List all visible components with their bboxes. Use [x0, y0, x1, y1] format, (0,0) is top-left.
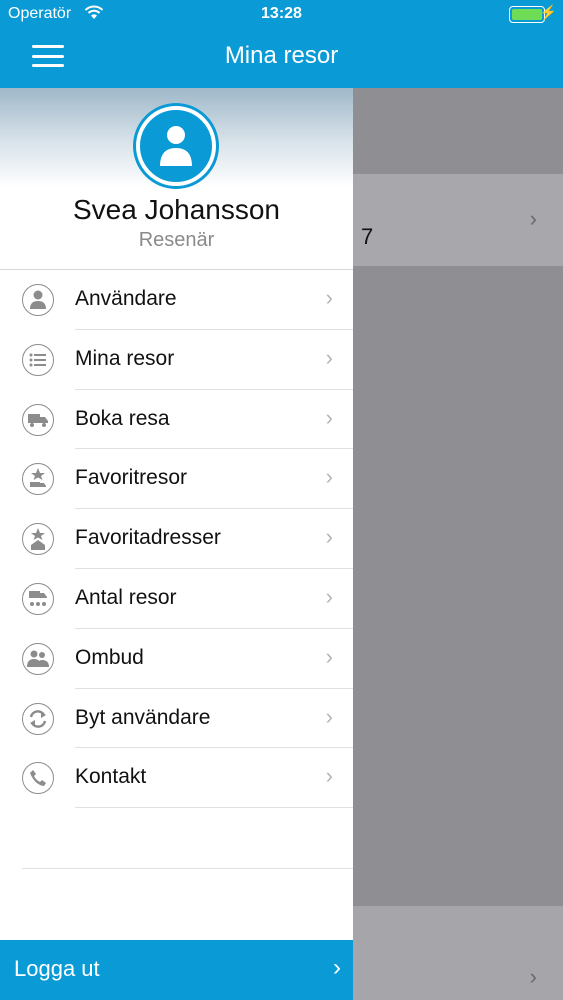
- chevron-right-icon: ›: [333, 954, 341, 981]
- charging-icon: ⚡: [539, 4, 557, 20]
- menu-item-label: Antal resor: [75, 585, 177, 609]
- people-icon: [22, 642, 54, 675]
- menu-item-label: Mina resor: [75, 346, 175, 370]
- chevron-right-icon: ›: [325, 404, 333, 430]
- avatar-user-icon: [136, 106, 216, 186]
- truck-icon: [22, 403, 54, 436]
- chevron-right-icon: ›: [529, 964, 537, 989]
- page-title: Mina resor: [224, 42, 339, 69]
- logout-label: Logga ut: [14, 956, 100, 981]
- top-bar: Operatör 13:28 ⚡ Mina resor: [0, 0, 563, 88]
- chevron-right-icon: ›: [325, 703, 333, 729]
- menu-item-antal-resor[interactable]: Antal resor ›: [0, 569, 353, 629]
- menu-item-kontakt[interactable]: Kontakt ›: [0, 748, 353, 809]
- star-truck-icon: [22, 463, 54, 496]
- profile-name: Svea Johansson: [72, 194, 281, 225]
- menu-item-byt-anvandare[interactable]: Byt användare ›: [0, 689, 353, 749]
- divider: [22, 868, 353, 869]
- menu-item-label: Kontakt: [75, 765, 147, 789]
- menu-item-label: Boka resa: [75, 406, 170, 430]
- menu-item-favoritresor[interactable]: Favoritresor ›: [0, 449, 353, 510]
- logout-button[interactable]: Logga ut ›: [0, 940, 353, 1000]
- chevron-right-icon: ›: [325, 583, 333, 609]
- side-drawer: Svea Johansson Resenär Användare › Mina …: [0, 88, 353, 1000]
- clock: 13:28: [261, 5, 302, 22]
- menu-item-label: Ombud: [75, 645, 144, 669]
- star-house-icon: [22, 523, 54, 556]
- menu-item-label: Användare: [75, 287, 177, 310]
- profile-header: Svea Johansson Resenär: [0, 88, 353, 270]
- status-bar: Operatör 13:28 ⚡: [0, 0, 563, 30]
- chevron-right-icon: ›: [325, 464, 333, 490]
- chevron-right-icon: ›: [529, 206, 537, 231]
- background-number: 7: [361, 224, 374, 249]
- menu-item-favoritadresser[interactable]: Favoritadresser ›: [0, 509, 353, 569]
- dimmed-background[interactable]: 7 › ›: [353, 88, 563, 1000]
- divider: [75, 807, 353, 809]
- drawer-menu: Användare › Mina resor › Boka resa › Fav…: [0, 270, 353, 809]
- list-icon: [22, 343, 54, 376]
- chevron-right-icon: ›: [325, 285, 333, 310]
- profile-role: Resenär: [138, 229, 215, 251]
- phone-icon: [22, 762, 54, 795]
- menu-item-boka-resa[interactable]: Boka resa ›: [0, 390, 353, 450]
- menu-item-mina-resor[interactable]: Mina resor ›: [0, 330, 353, 390]
- menu-item-label: Favoritresor: [75, 466, 188, 490]
- chevron-right-icon: ›: [325, 344, 333, 370]
- menu-item-ombud[interactable]: Ombud ›: [0, 629, 353, 689]
- chevron-right-icon: ›: [325, 763, 333, 789]
- user-icon: [22, 284, 54, 316]
- menu-item-label: Byt användare: [75, 705, 211, 729]
- count-trips-icon: [22, 582, 54, 615]
- switch-user-icon: [22, 702, 54, 735]
- chevron-right-icon: ›: [325, 524, 333, 550]
- menu-item-label: Favoritadresser: [75, 526, 221, 550]
- chevron-right-icon: ›: [325, 643, 333, 669]
- menu-item-anvandare[interactable]: Användare ›: [0, 270, 353, 330]
